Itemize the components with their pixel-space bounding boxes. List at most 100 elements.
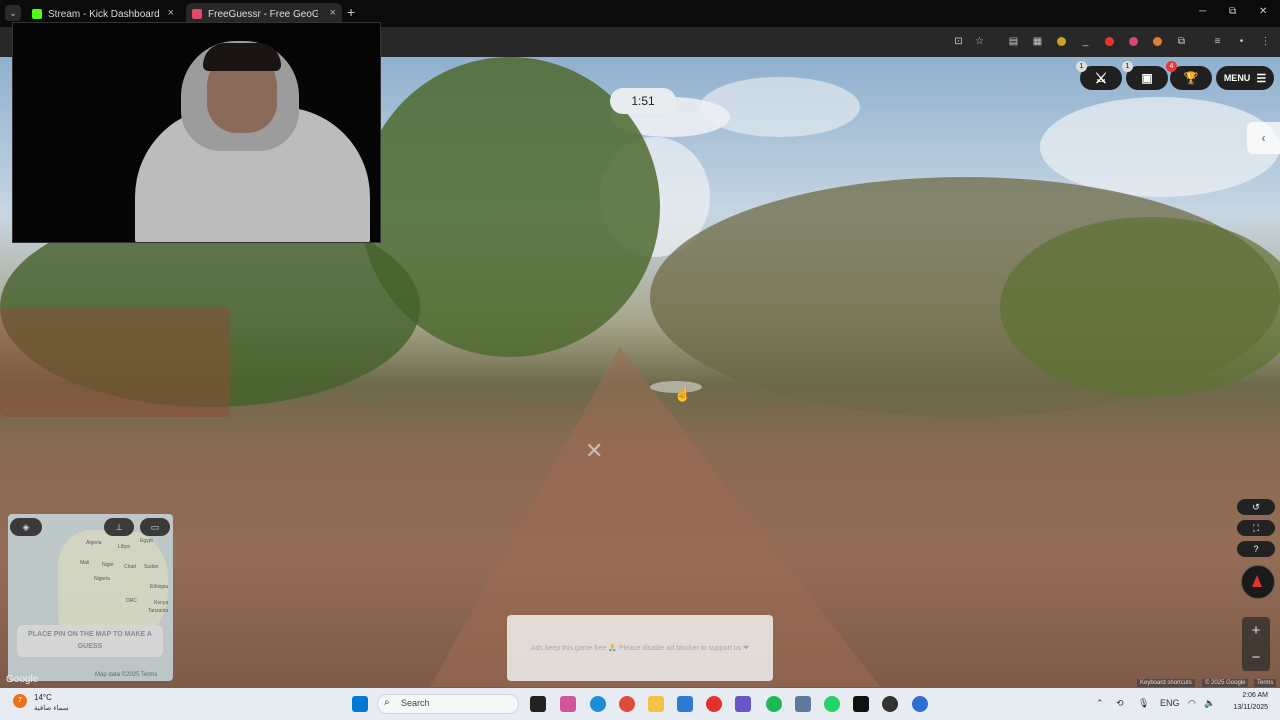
map-label: Nigeria [94,576,110,582]
taskbar-search-input[interactable] [377,694,519,714]
close-window-button[interactable]: ✕ [1259,6,1267,17]
profile-icon[interactable]: • [1235,35,1248,48]
taskbar-app-file-icon[interactable] [530,696,546,712]
round-timer: 1:51 [610,88,676,114]
tray-app-icon[interactable]: ⟲ [1116,698,1124,709]
battle-badge: 1 [1076,61,1087,72]
shop-button[interactable]: ▣ [1126,66,1168,90]
shop-icon: ▣ [1141,71,1153,85]
extension-4-icon[interactable]: _ [1079,35,1092,48]
map-label: Egypt [140,538,153,544]
taskbar-app-whatsapp-icon[interactable] [824,696,840,712]
map-label: DRC [126,598,137,604]
zoom-in-button[interactable]: + [1242,617,1270,644]
volume-icon[interactable]: 🔈 [1204,698,1215,709]
battle-button[interactable]: ⚔ [1080,66,1122,90]
ad-blocker-text: Ads keep this game free 🙏 Please disable… [530,645,750,652]
map-label: Algeria [86,540,102,546]
search-placeholder: Search [401,698,430,708]
freeguessr-favicon-icon [192,9,202,19]
extension-2-icon[interactable]: ▦ [1031,35,1044,48]
taskbar-app-copilot-icon[interactable] [560,696,576,712]
media-icon[interactable]: ≡ [1211,35,1224,48]
install-icon[interactable]: ⊡ [952,35,965,48]
weather-icon[interactable]: 7 [13,694,27,708]
menu-icon[interactable]: ⋮ [1259,35,1272,48]
language-indicator[interactable]: ENG [1160,698,1180,708]
fullscreen-button[interactable]: ⛶ [1237,520,1275,536]
map-label: Niger [102,562,114,568]
map-label: Sudan [144,564,159,570]
zoom-out-button[interactable]: − [1242,644,1270,671]
map-label: Tanzania [148,608,169,614]
extension-6-icon[interactable] [1127,35,1140,48]
taskbar-app-explorer-icon[interactable] [648,696,664,712]
taskbar-app-terminal-icon[interactable] [853,696,869,712]
pin-icon: ⊥ [115,521,123,532]
map-expand-button[interactable]: ▭ [140,518,170,536]
new-tab-button[interactable]: + [347,4,355,20]
taskbar-app-obs-icon[interactable] [882,696,898,712]
terms-link[interactable]: Terms [1254,679,1277,687]
map-label: Libya [118,544,130,550]
hand-cursor-icon: ☝ [674,386,692,402]
menu-label: MENU [1223,73,1251,83]
taskbar-app-chrome-icon[interactable] [619,696,635,712]
taskbar-clock[interactable]: 2:06 AM [1228,692,1268,699]
expand-icon: ▭ [150,521,160,532]
taskbar-app-outlook-icon[interactable] [677,696,693,712]
star-icon[interactable]: ☆ [973,35,986,48]
trophy-icon: 🏆 [1183,71,1199,85]
extension-1-icon[interactable]: ▤ [1007,35,1020,48]
extensions-icon[interactable]: ⧉ [1175,35,1188,48]
return-to-start-button[interactable]: ↺ [1237,499,1275,515]
taskbar-app-edge-icon[interactable] [590,696,606,712]
map-label: Chad [124,564,136,570]
extension-7-icon[interactable] [1151,35,1164,48]
keyboard-shortcuts-link[interactable]: Keyboard shortcuts [1137,679,1195,687]
extension-3-icon[interactable] [1055,35,1068,48]
hamburger-icon: ☰ [1256,72,1267,85]
minimize-button[interactable]: ─ [1199,6,1206,17]
extension-5-icon[interactable] [1103,35,1116,48]
start-button-icon[interactable] [352,696,368,712]
google-copyright: © 2025 Google [1202,679,1249,687]
map-data-attribution: Map data ©2025 Terms [95,672,158,678]
shop-badge: 1 [1122,61,1133,72]
tab-search-button[interactable]: ⌄ [5,5,21,21]
map-pin-button[interactable]: ⊥ [104,518,134,536]
taskbar-app-spotify-icon[interactable] [766,696,782,712]
side-panel-toggle[interactable]: ‹ [1247,122,1280,154]
webcam-overlay [12,22,381,243]
taskbar-app-browser-icon[interactable] [912,696,928,712]
maximize-button[interactable]: ⧉ [1229,6,1236,17]
map-label: Ethiopia [150,584,169,590]
crossed-swords-icon: ⚔ [1094,69,1108,86]
compass-needle-icon [1252,575,1262,587]
navigation-arrow-icon[interactable]: ✕ [585,438,641,463]
windows-taskbar [0,688,1280,720]
google-logo: Google [6,674,39,685]
close-tab-icon[interactable]: × [330,7,336,19]
weather-badge: 7 [18,697,22,704]
taskbar-app-files-icon[interactable] [795,696,811,712]
close-tab-icon[interactable]: × [168,7,174,19]
tab-title: FreeGuessr - Free GeoGuessr Al [208,8,318,20]
taskbar-app-teams-icon[interactable] [735,696,751,712]
microphone-icon[interactable]: 🎙 [1138,698,1149,709]
map-layers-button[interactable]: ◈ [10,518,42,536]
zoom-control: + − [1242,617,1270,671]
trophy-badge: 4 [1166,61,1177,72]
menu-button[interactable]: MENU ☰ [1216,66,1274,90]
help-button[interactable]: ? [1237,541,1275,557]
weather-temperature[interactable]: 14°C [34,693,52,702]
tray-expand-icon[interactable]: ⌃ [1096,698,1104,709]
taskbar-app-opera-icon[interactable] [706,696,722,712]
taskbar-date[interactable]: 13/11/2025 [1222,704,1268,711]
map-label: Kenya [154,600,169,606]
weather-description: سماء صافية [34,705,69,712]
trophy-button[interactable]: 🏆 [1170,66,1212,90]
kick-favicon-icon [32,9,42,19]
wifi-icon[interactable]: ◠ [1188,698,1196,709]
layers-icon: ◈ [22,521,30,532]
